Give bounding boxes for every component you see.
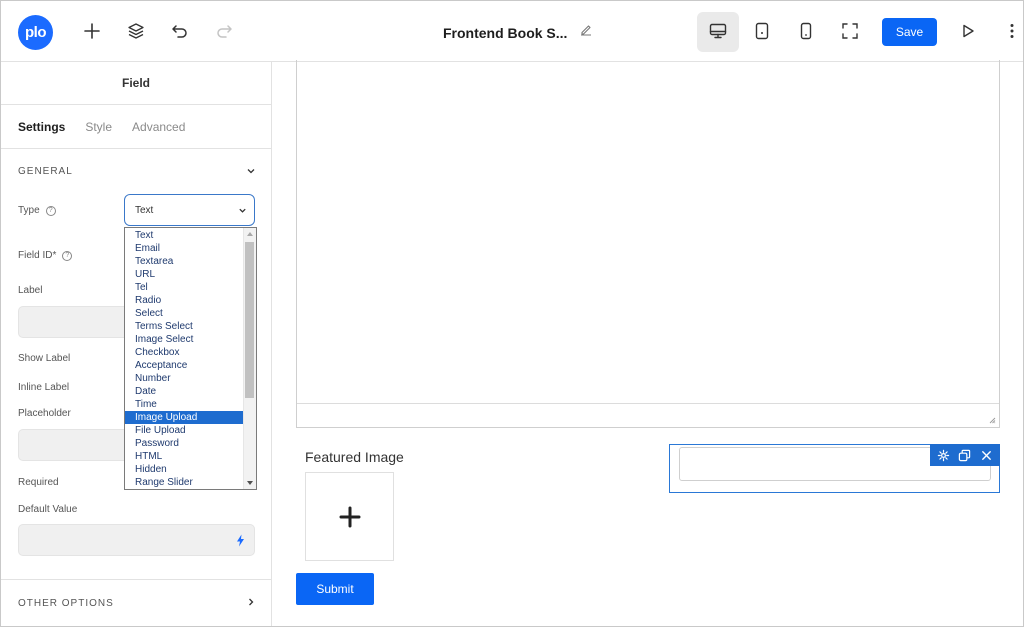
inline-label-label: Inline Label	[18, 382, 70, 393]
type-option[interactable]: Number	[125, 372, 244, 385]
type-option[interactable]: Time	[125, 398, 244, 411]
textarea-footer	[297, 403, 999, 427]
label-label: Label	[18, 285, 43, 296]
sidebar-tabs: Settings Style Advanced	[1, 105, 271, 149]
logo[interactable]: plo	[18, 15, 53, 50]
type-select-value: Text	[135, 204, 154, 216]
scroll-down-icon[interactable]	[247, 481, 253, 485]
type-option[interactable]: Email	[125, 242, 244, 255]
dropdown-scrollbar[interactable]	[243, 228, 256, 489]
type-label: Type?	[18, 205, 56, 216]
add-icon[interactable]	[81, 20, 103, 42]
chevron-right-icon	[249, 598, 254, 606]
plus-icon	[339, 506, 360, 527]
general-section-header[interactable]: GENERAL	[18, 166, 73, 177]
type-option[interactable]: File Upload	[125, 424, 244, 437]
type-select-dropdown[interactable]: Text Email Textarea URL Tel Radio Select Terms …	[124, 227, 257, 490]
type-options-list: Text Email Textarea URL Tel Radio Select Terms …	[125, 229, 244, 489]
default-value-input[interactable]	[18, 524, 255, 556]
field-id-label: Field ID*?	[18, 250, 73, 261]
duplicate-icon[interactable]	[958, 449, 971, 462]
scrollbar-thumb[interactable]	[245, 242, 254, 398]
type-option[interactable]: Image Select	[125, 333, 244, 346]
sidebar-header: Field	[1, 62, 271, 105]
tab-advanced[interactable]: Advanced	[132, 120, 185, 134]
type-option[interactable]: Radio	[125, 294, 244, 307]
top-bar: plo Frontend Book S... Save	[1, 1, 1023, 62]
type-option[interactable]: Date	[125, 385, 244, 398]
tab-style[interactable]: Style	[85, 120, 112, 134]
type-option[interactable]: Range Slider	[125, 476, 244, 489]
resize-handle-icon[interactable]	[988, 416, 996, 424]
editor-canvas: Featured Image Submit	[272, 60, 1023, 626]
textarea-field[interactable]	[296, 60, 1000, 428]
help-icon[interactable]: ?	[45, 205, 56, 216]
type-option[interactable]: Text	[125, 229, 244, 242]
type-option[interactable]: Tel	[125, 281, 244, 294]
close-icon[interactable]	[980, 449, 993, 462]
desktop-icon[interactable]	[707, 20, 729, 42]
image-upload-area[interactable]	[305, 472, 394, 561]
type-option[interactable]: Checkbox	[125, 346, 244, 359]
type-option[interactable]: HTML	[125, 450, 244, 463]
type-option[interactable]: Password	[125, 437, 244, 450]
show-label-label: Show Label	[18, 353, 71, 364]
tablet-icon[interactable]	[751, 20, 773, 42]
other-options-section[interactable]: OTHER OPTIONS	[1, 579, 271, 626]
type-option[interactable]: URL	[125, 268, 244, 281]
chevron-down-icon	[239, 208, 246, 213]
save-button[interactable]: Save	[882, 18, 937, 46]
page-title: Frontend Book S...	[443, 24, 568, 41]
placeholder-label: Placeholder	[18, 408, 71, 419]
edit-title-icon[interactable]	[579, 23, 593, 42]
mobile-icon[interactable]	[795, 20, 817, 42]
scroll-up-icon[interactable]	[247, 232, 253, 236]
default-value-label: Default Value	[18, 504, 78, 515]
type-option[interactable]: Acceptance	[125, 359, 244, 372]
settings-gear-icon[interactable]	[937, 449, 950, 462]
widget-toolbar	[930, 444, 1000, 466]
dynamic-tag-icon[interactable]	[236, 534, 245, 547]
chevron-down-icon[interactable]	[246, 166, 256, 176]
required-label: Required	[18, 477, 59, 488]
help-icon[interactable]: ?	[62, 250, 73, 261]
type-option[interactable]: Image Upload	[125, 411, 244, 424]
other-options-header: OTHER OPTIONS	[18, 598, 114, 609]
featured-image-label: Featured Image	[305, 449, 404, 465]
more-options-icon[interactable]	[1002, 20, 1022, 42]
type-option[interactable]: Hidden	[125, 463, 244, 476]
submit-button[interactable]: Submit	[296, 573, 374, 605]
type-option[interactable]: Textarea	[125, 255, 244, 268]
type-option[interactable]: Select	[125, 307, 244, 320]
fullscreen-icon[interactable]	[839, 20, 861, 42]
type-select[interactable]: Text	[124, 194, 255, 226]
preview-icon[interactable]	[957, 20, 979, 42]
type-option[interactable]: Terms Select	[125, 320, 244, 333]
undo-icon[interactable]	[169, 20, 191, 42]
layers-icon[interactable]	[125, 20, 147, 42]
app-window: plo Frontend Book S... Save Field Settin…	[0, 0, 1024, 627]
tab-settings[interactable]: Settings	[18, 120, 65, 134]
redo-icon[interactable]	[213, 20, 235, 42]
page-title-group: Frontend Book S...	[443, 23, 593, 42]
